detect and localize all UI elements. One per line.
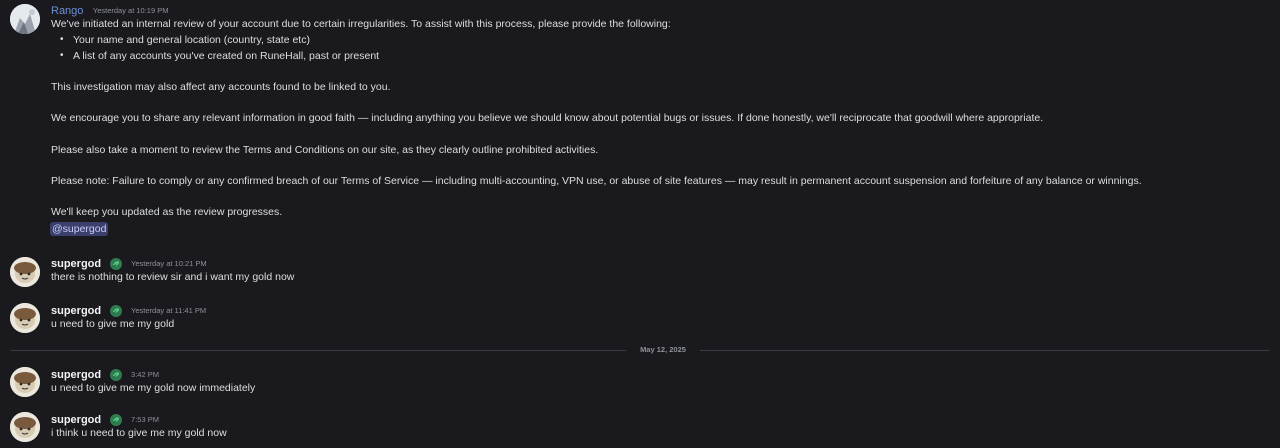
user-mention[interactable]: @supergod (50, 222, 109, 236)
author-name[interactable]: Rango (51, 5, 83, 17)
message-text: u need to give me my gold now immediatel… (51, 382, 256, 394)
bullet-marker: • (60, 34, 64, 45)
message-paragraph: Please note: Failure to comply or any co… (51, 175, 1142, 187)
message-supergod: supergod 7:53 PM i think u need to give … (0, 411, 1280, 447)
leaf-badge-icon[interactable] (109, 368, 122, 381)
message-supergod: supergod Yesterday at 10:21 PM there is … (0, 255, 1280, 291)
date-divider: May 12, 2025 (640, 345, 686, 354)
date-divider-line (10, 350, 626, 351)
timestamp[interactable]: 3:42 PM (131, 370, 159, 379)
leaf-badge-icon[interactable] (109, 304, 122, 317)
author-name[interactable]: supergod (51, 258, 101, 270)
avatar[interactable] (10, 257, 40, 287)
leaf-badge-icon[interactable] (109, 257, 122, 270)
message-text: We've initiated an internal review of yo… (51, 18, 671, 30)
avatar[interactable] (10, 412, 40, 442)
timestamp[interactable]: Yesterday at 10:21 PM (131, 259, 207, 268)
timestamp[interactable]: 7:53 PM (131, 415, 159, 424)
message-paragraph: We'll keep you updated as the review pro… (51, 206, 283, 218)
message-paragraph: Please also take a moment to review the … (51, 144, 599, 156)
timestamp[interactable]: Yesterday at 10:19 PM (93, 6, 169, 15)
message-supergod: supergod Yesterday at 11:41 PM u need to… (0, 302, 1280, 338)
bullet-item: A list of any accounts you've created on… (73, 50, 380, 62)
avatar[interactable] (10, 303, 40, 333)
bullet-item: Your name and general location (country,… (73, 34, 310, 46)
avatar[interactable] (10, 4, 40, 34)
bullet-marker: • (60, 50, 64, 61)
author-name[interactable]: supergod (51, 305, 101, 317)
message-paragraph: This investigation may also affect any a… (51, 81, 391, 93)
author-name[interactable]: supergod (51, 414, 101, 426)
message-text: there is nothing to review sir and i wan… (51, 271, 295, 283)
author-name[interactable]: supergod (51, 369, 101, 381)
message-rango: Rango Yesterday at 10:19 PM We've initia… (0, 2, 1280, 240)
date-divider-line (700, 350, 1270, 351)
message-text: u need to give me my gold (51, 318, 175, 330)
message-text: i think u need to give me my gold now (51, 427, 227, 439)
message-supergod: supergod 3:42 PM u need to give me my go… (0, 366, 1280, 402)
message-paragraph: We encourage you to share any relevant i… (51, 112, 1044, 124)
avatar[interactable] (10, 367, 40, 397)
timestamp[interactable]: Yesterday at 11:41 PM (131, 306, 206, 315)
leaf-badge-icon[interactable] (109, 413, 122, 426)
